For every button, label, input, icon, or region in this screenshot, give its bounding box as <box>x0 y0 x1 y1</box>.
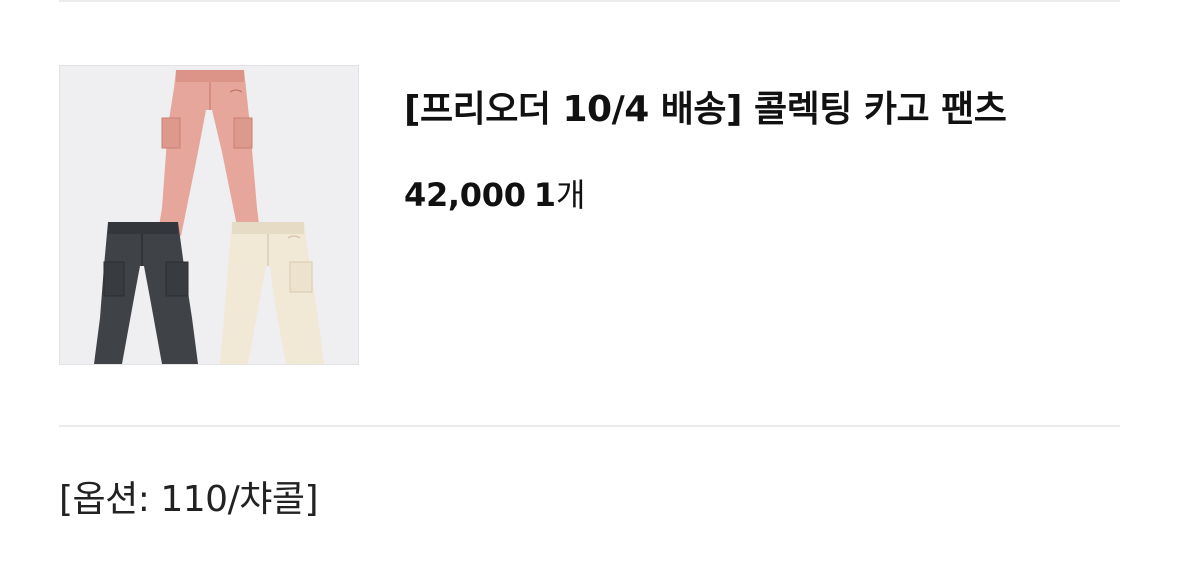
product-title[interactable]: [프리오더 10/4 배송] 콜렉팅 카고 팬츠 <box>404 87 1007 133</box>
product-option: [옵션: 110/챠콜] <box>59 479 318 520</box>
section-divider <box>59 425 1120 427</box>
cargo-pants-icon <box>94 70 324 364</box>
beige-pants-image <box>220 222 324 364</box>
product-quantity: 1 <box>533 176 556 214</box>
cart-item: [프리오더 10/4 배송] 콜렉팅 카고 팬츠 42,000 1개 <box>59 65 1120 365</box>
product-thumbnail[interactable] <box>59 65 359 365</box>
charcoal-pants-image <box>94 222 198 364</box>
product-info: [프리오더 10/4 배송] 콜렉팅 카고 팬츠 42,000 1개 <box>404 87 1007 215</box>
price-quantity-line: 42,000 1개 <box>404 175 1006 215</box>
quantity-unit: 개 <box>555 176 586 214</box>
product-price: 42,000 <box>404 176 526 214</box>
top-divider <box>59 0 1120 2</box>
pink-pants-image <box>158 70 260 236</box>
